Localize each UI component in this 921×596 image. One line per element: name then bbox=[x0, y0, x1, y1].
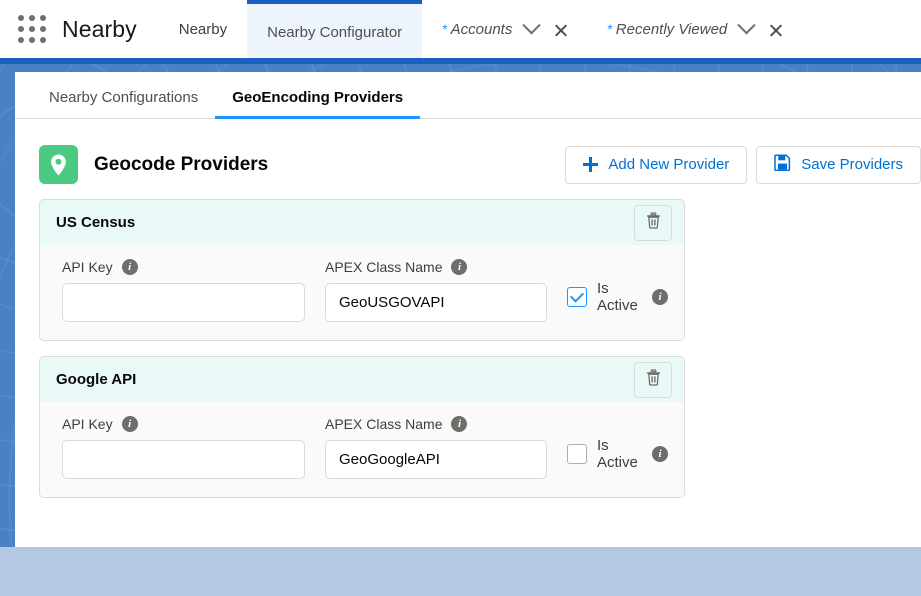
unsaved-star-icon: * bbox=[442, 21, 447, 37]
section-actions: Add New Provider Save Providers bbox=[565, 146, 921, 184]
info-icon[interactable]: i bbox=[652, 289, 668, 305]
is-active-group: Is Active i bbox=[567, 280, 668, 322]
info-icon[interactable]: i bbox=[451, 259, 467, 275]
api-key-label: API Key bbox=[62, 259, 113, 275]
is-active-checkbox[interactable] bbox=[567, 287, 587, 307]
location-pin-icon bbox=[39, 145, 78, 184]
tab-accounts-label: *Accounts bbox=[442, 21, 512, 38]
is-active-label: Is Active bbox=[597, 280, 642, 314]
subtab-geoencoding-providers[interactable]: GeoEncoding Providers bbox=[215, 89, 420, 118]
apex-class-field-group: APEX Class Name i bbox=[325, 259, 547, 322]
plus-icon bbox=[583, 157, 598, 172]
tab-recently-viewed[interactable]: *Recently Viewed bbox=[587, 0, 802, 58]
tab-nearby-configurator-label: Nearby Configurator bbox=[267, 24, 402, 41]
apex-class-input[interactable] bbox=[325, 283, 547, 322]
api-key-field-group: API Key i bbox=[62, 259, 305, 322]
tab-accounts-dropdown-icon[interactable] bbox=[523, 16, 541, 34]
apex-class-label-row: APEX Class Name i bbox=[325, 416, 547, 432]
api-key-label: API Key bbox=[62, 416, 113, 432]
tab-accounts-close-icon[interactable] bbox=[552, 22, 567, 37]
trash-icon bbox=[646, 369, 661, 391]
app-name: Nearby bbox=[56, 0, 159, 58]
add-new-provider-button[interactable]: Add New Provider bbox=[565, 146, 747, 184]
tab-recently-viewed-label: *Recently Viewed bbox=[607, 21, 727, 38]
is-active-group: Is Active i bbox=[567, 437, 668, 479]
provider-name: Google API bbox=[56, 371, 136, 388]
content-panel: Nearby Configurations GeoEncoding Provid… bbox=[15, 72, 921, 547]
info-icon[interactable]: i bbox=[451, 416, 467, 432]
apex-class-label-row: APEX Class Name i bbox=[325, 259, 547, 275]
provider-card: Google API A bbox=[39, 356, 685, 498]
add-new-provider-label: Add New Provider bbox=[608, 156, 729, 173]
subtab-nearby-configurations[interactable]: Nearby Configurations bbox=[32, 89, 215, 118]
is-active-checkbox[interactable] bbox=[567, 444, 587, 464]
provider-name: US Census bbox=[56, 214, 135, 231]
api-key-label-row: API Key i bbox=[62, 259, 305, 275]
info-icon[interactable]: i bbox=[652, 446, 668, 462]
tab-bar: Nearby Nearby Configurator *Accounts *Re… bbox=[159, 0, 803, 58]
tab-accounts[interactable]: *Accounts bbox=[422, 0, 587, 58]
save-providers-button[interactable]: Save Providers bbox=[756, 146, 921, 184]
info-icon[interactable]: i bbox=[122, 259, 138, 275]
provider-card: US Census AP bbox=[39, 199, 685, 341]
api-key-input[interactable] bbox=[62, 440, 305, 479]
provider-card-header: Google API bbox=[40, 357, 684, 402]
apex-class-input[interactable] bbox=[325, 440, 547, 479]
delete-provider-button[interactable] bbox=[634, 205, 672, 241]
api-key-label-row: API Key i bbox=[62, 416, 305, 432]
tab-nearby-label: Nearby bbox=[179, 21, 227, 38]
app-launcher-button[interactable] bbox=[0, 0, 56, 58]
tab-nearby-configurator[interactable]: Nearby Configurator bbox=[247, 0, 422, 58]
page-footer-area bbox=[0, 547, 921, 596]
subtab-geoencoding-providers-label: GeoEncoding Providers bbox=[232, 89, 403, 106]
save-providers-label: Save Providers bbox=[801, 156, 903, 173]
subtab-nearby-configurations-label: Nearby Configurations bbox=[49, 89, 198, 106]
sub-tab-bar: Nearby Configurations GeoEncoding Provid… bbox=[15, 72, 921, 119]
section-header: Geocode Providers Add New Provider Save … bbox=[15, 119, 921, 191]
unsaved-star-icon: * bbox=[607, 21, 612, 37]
tab-nearby[interactable]: Nearby bbox=[159, 0, 247, 58]
provider-card-header: US Census bbox=[40, 200, 684, 245]
trash-icon bbox=[646, 212, 661, 234]
save-disk-icon bbox=[774, 154, 791, 175]
apex-class-label: APEX Class Name bbox=[325, 416, 442, 432]
api-key-field-group: API Key i bbox=[62, 416, 305, 479]
delete-provider-button[interactable] bbox=[634, 362, 672, 398]
provider-card-body: API Key i APEX Class Name i Is Active i bbox=[40, 402, 684, 497]
info-icon[interactable]: i bbox=[122, 416, 138, 432]
global-header: Nearby Nearby Nearby Configurator *Accou… bbox=[0, 0, 921, 58]
tab-recently-viewed-dropdown-icon[interactable] bbox=[738, 16, 756, 34]
provider-card-list: US Census AP bbox=[15, 191, 921, 498]
app-launcher-grid-icon bbox=[18, 15, 46, 43]
apex-class-field-group: APEX Class Name i bbox=[325, 416, 547, 479]
is-active-label: Is Active bbox=[597, 437, 642, 471]
api-key-input[interactable] bbox=[62, 283, 305, 322]
tab-recently-viewed-close-icon[interactable] bbox=[767, 22, 782, 37]
provider-card-body: API Key i APEX Class Name i Is Active i bbox=[40, 245, 684, 340]
page-title: Geocode Providers bbox=[94, 154, 268, 176]
apex-class-label: APEX Class Name bbox=[325, 259, 442, 275]
